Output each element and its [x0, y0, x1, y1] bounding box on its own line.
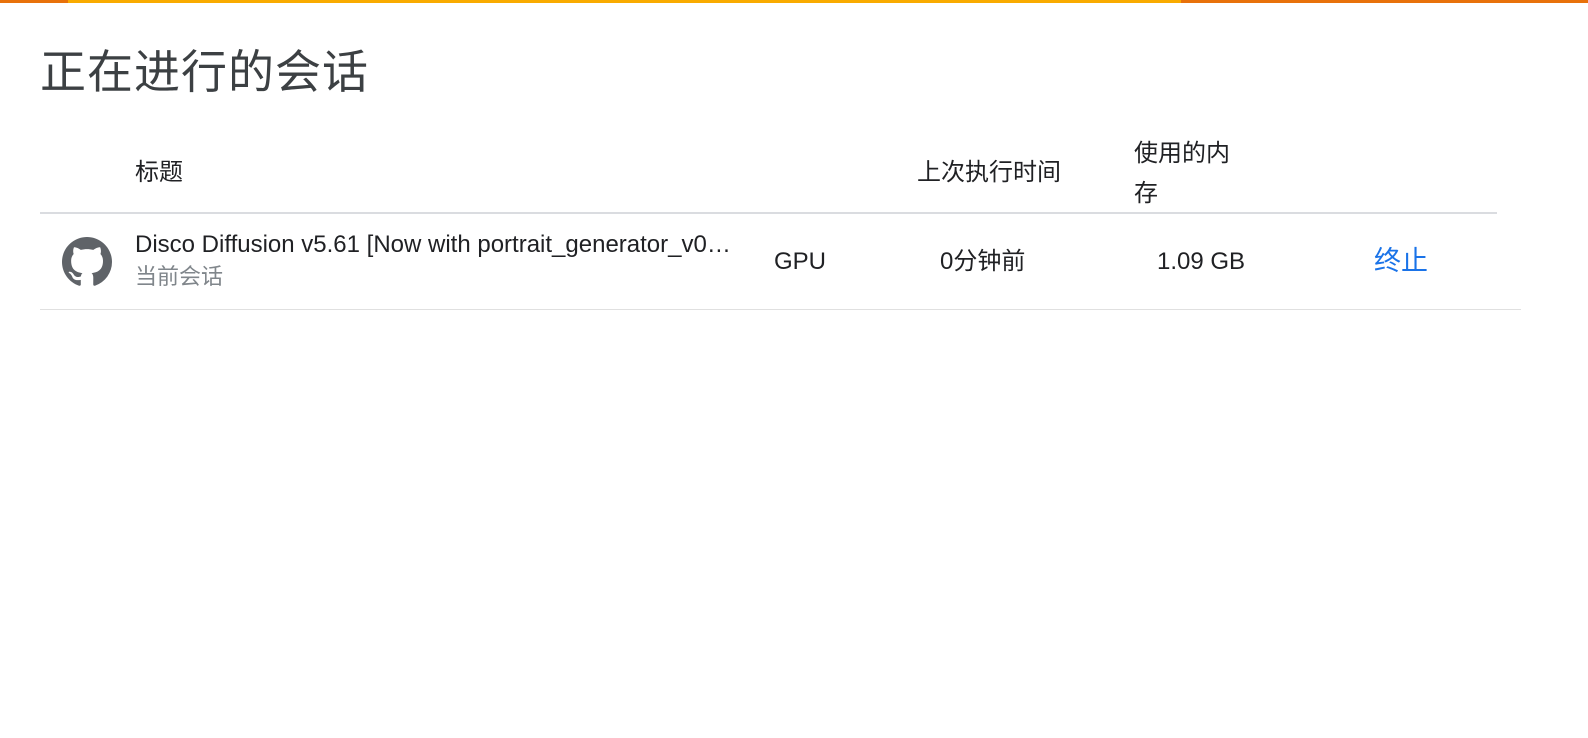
top-accent-bar — [0, 0, 1588, 3]
github-icon — [62, 237, 112, 287]
column-header-memory: 使用的内存 — [1134, 140, 1230, 207]
memory-used: 1.09 GB — [1157, 248, 1246, 275]
session-subtitle: 当前会话 — [135, 264, 224, 289]
accent-segment — [68, 0, 1181, 3]
accelerator-type: GPU — [774, 248, 827, 275]
session-title: Disco Diffusion v5.61 [Now with portrait… — [135, 231, 735, 258]
accent-segment — [0, 0, 68, 3]
page-title: 正在进行的会话 — [40, 46, 369, 98]
column-header-title: 标题 — [135, 159, 183, 186]
column-header-last-run: 上次执行时间 — [917, 159, 1061, 186]
terminate-button[interactable]: 终止 — [1374, 243, 1428, 279]
accent-segment — [1181, 0, 1588, 3]
last-run-time: 0分钟前 — [940, 248, 1026, 275]
table-row: Disco Diffusion v5.61 [Now with portrait… — [40, 214, 1521, 310]
table-header: 标题 上次执行时间 使用的内存 — [40, 134, 1497, 214]
